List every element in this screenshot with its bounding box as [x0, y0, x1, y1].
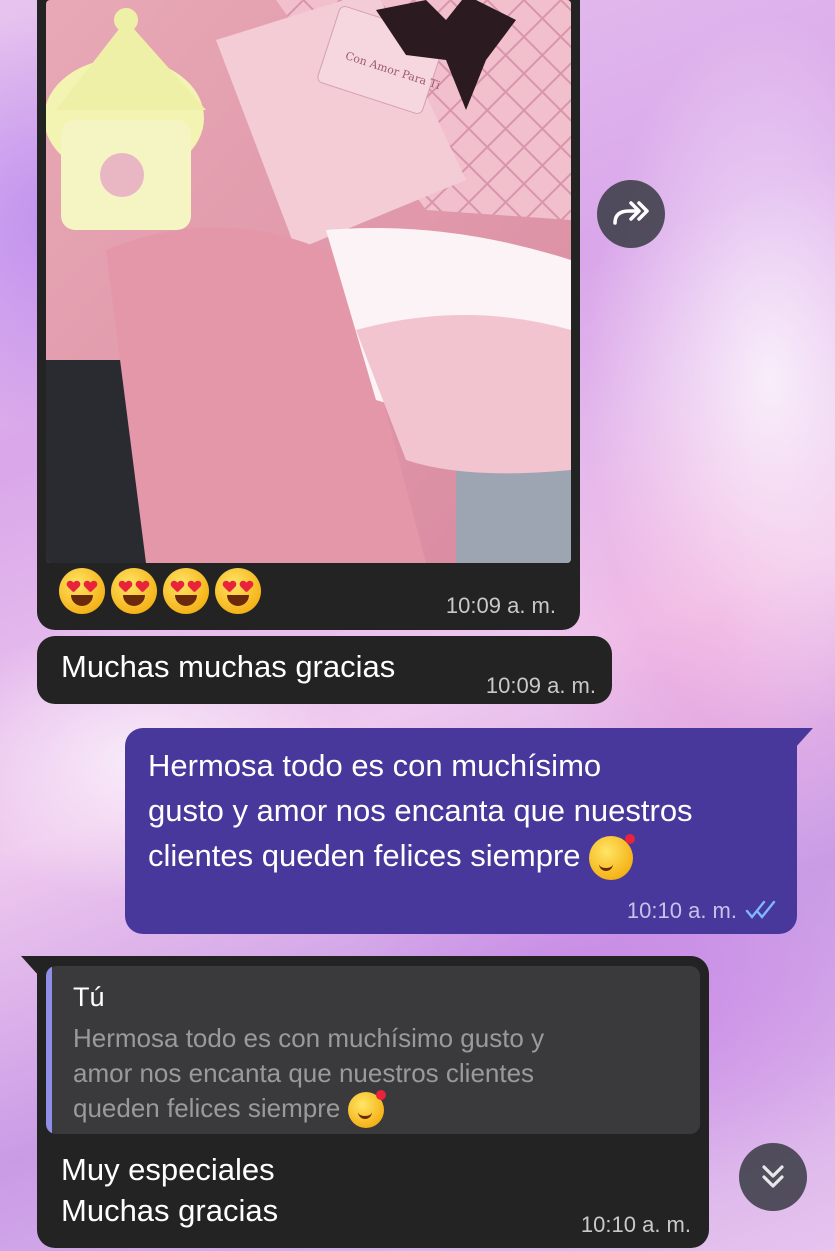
heart-eyes-emoji-icon [215, 568, 261, 614]
scroll-to-bottom-button[interactable] [739, 1143, 807, 1211]
quote-text: Hermosa todo es con muchísimo gusto y am… [73, 1021, 545, 1129]
heart-eyes-emoji-icon [111, 568, 157, 614]
message-text: Muchas muchas gracias [61, 649, 396, 684]
smiling-hearts-emoji-icon [589, 833, 636, 880]
message-line: Hermosa todo es con muchísimo [148, 748, 602, 783]
read-ticks-icon [745, 900, 776, 919]
message-text: Hermosa todo es con muchísimo gusto y am… [148, 743, 693, 880]
message-time: 10:10 a. m. [580, 1212, 691, 1237]
heart-eyes-emoji-icon [163, 568, 209, 614]
forward-button[interactable] [597, 180, 665, 248]
message-line: Muchas gracias [61, 1193, 279, 1228]
incoming-tail [21, 956, 39, 976]
smiling-hearts-emoji-icon [347, 1090, 386, 1129]
message-line: gusto y amor nos encanta que nuestros [148, 793, 693, 828]
heart-eyes-emoji-icon [59, 568, 105, 614]
double-chevron-down-icon [762, 1165, 784, 1188]
message-time: 10:10 a. m. [626, 898, 737, 923]
quote-line: amor nos encanta que nuestros clientes [73, 1058, 535, 1088]
outgoing-message[interactable]: Hermosa todo es con muchísimo gusto y am… [125, 728, 813, 934]
forward-icon [613, 201, 649, 225]
quote-author: Tú [73, 982, 105, 1012]
quote-line: queden felices siempre [73, 1093, 341, 1123]
message-line: clientes queden felices siempre [148, 838, 581, 873]
message-photo[interactable]: Con Amor Para Ti [46, 0, 571, 563]
message-caption-emojis [59, 568, 267, 616]
reply-message[interactable]: Tú Hermosa todo es con muchísimo gusto y… [21, 956, 709, 1248]
quote-bar [46, 966, 52, 1134]
message-text: Muy especiales Muchas gracias [61, 1149, 278, 1231]
message-line: Muy especiales [61, 1152, 275, 1187]
quote-line: Hermosa todo es con muchísimo gusto y [73, 1023, 545, 1053]
message-time: 10:09 a. m. [485, 673, 596, 698]
photo-message[interactable]: Con Amor Para Ti 10:09 a. m. [37, 0, 580, 630]
quoted-message[interactable]: Tú Hermosa todo es con muchísimo gusto y… [46, 966, 700, 1134]
outgoing-tail [795, 728, 813, 748]
message-time: 10:09 a. m. [445, 593, 556, 618]
text-message[interactable]: Muchas muchas gracias 10:09 a. m. [37, 636, 612, 704]
